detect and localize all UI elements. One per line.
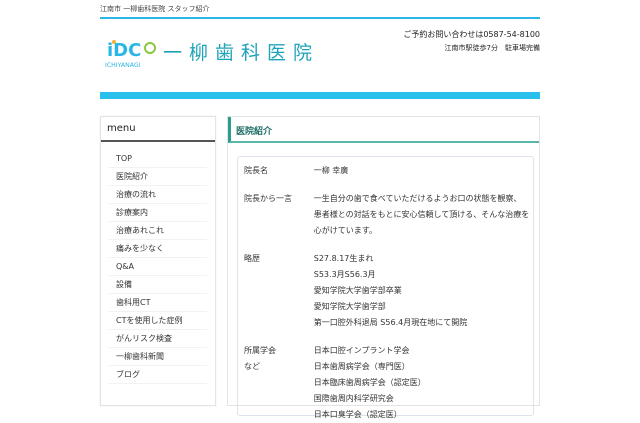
value-line: 国際歯周内科学研究会 (313, 394, 394, 403)
sidebar-item[interactable]: 歯科用CT (109, 294, 207, 312)
clinic-logo[interactable]: iDC ICHIYANAGI (105, 36, 157, 72)
sidebar-item[interactable]: 一柳歯科新聞 (109, 348, 207, 366)
contact-phone: ご予約お問い合わせは0587-54-8100 (403, 30, 540, 39)
value-line: 日本口腔インプラント学会 (313, 346, 410, 355)
value-line: 第一口腔外科退局 S56.4月現在地にて開院 (313, 318, 468, 327)
sidebar-item[interactable]: がんリスク検査 (109, 330, 207, 348)
top-divider (100, 17, 540, 19)
sidebar-item[interactable]: 治療の流れ (109, 186, 207, 204)
table-row: 略歴 S27.8.17生まれ S53.3月S56.3月愛知学院大学歯学部卒業 愛知学院… (244, 251, 533, 331)
value-line: S27.8.17生まれ (313, 254, 374, 263)
sidebar-title: menu (101, 117, 215, 142)
value-line: 一生自分の歯で食べていただけるようお口の状態を観察、 (313, 194, 522, 203)
row-value: 一生自分の歯で食べていただけるようお口の状態を観察、 患者様との対話をもとに安心信… (314, 191, 533, 239)
value-line: 患者様との対話をもとに安心信頼して頂ける、そんな治療を (313, 210, 530, 219)
sidebar-item[interactable]: 治療あれこれ (109, 222, 207, 240)
main-content: 医院紹介 院長名 一柳 幸廣院長から一言 一生自分の歯で食べていただけるようお口の状… (227, 116, 540, 419)
value-line: 愛知学院大学歯学部 (313, 302, 386, 311)
sidebar-item[interactable]: CTを使用した症例 (109, 312, 207, 330)
svg-text:iDC: iDC (107, 40, 141, 61)
sidebar-menu: menu TOP 医院紹介 治療の流れ 診療案内 治療あれこれ 痛みを少なく Q&A 設備 歯科… (100, 116, 216, 406)
sidebar-item[interactable]: ブログ (109, 366, 207, 384)
table-row: 院長名 一柳 幸廣 (244, 163, 533, 179)
value-line: 日本口臭学会（認定医） (313, 410, 402, 419)
value-line: 愛知学院大学歯学部卒業 (313, 286, 402, 295)
value-line: 日本臨床歯周病学会（認定医） (313, 378, 426, 387)
row-value: 日本口腔インプラント学会 日本歯周病学会（専門医） 日本臨床歯周病学会（認定医） 国際… (314, 343, 533, 423)
sidebar-item[interactable]: Q&A (109, 258, 207, 276)
header-bar (100, 92, 540, 99)
sidebar-item[interactable]: 設備 (109, 276, 207, 294)
section-title: 医院紹介 (228, 117, 539, 143)
svg-text:ICHIYANAGI: ICHIYANAGI (105, 62, 141, 69)
sidebar-item[interactable]: TOP (109, 150, 207, 168)
value-line: 日本歯周病学会（専門医） (313, 362, 410, 371)
table-row: 院長から一言 一生自分の歯で食べていただけるようお口の状態を観察、 患者様との対話を… (244, 191, 533, 239)
breadcrumb: 江南市 一柳歯科医院 スタッフ紹介 (100, 5, 210, 13)
row-label: 所属学会 など (244, 346, 276, 371)
row-value: 一柳 幸廣 (314, 163, 533, 179)
sidebar-item[interactable]: 痛みを少なく (109, 240, 207, 258)
row-value: S27.8.17生まれ S53.3月S56.3月愛知学院大学歯学部卒業 愛知学院大学… (314, 251, 533, 331)
value-line: 一柳 幸廣 (313, 166, 349, 175)
access-info: 江南市駅徒歩7分 駐車場完備 (444, 44, 540, 52)
row-label: 略歴 (244, 254, 260, 263)
table-row: 所属学会 など 日本口腔インプラント学会 日本歯周病学会（専門医） 日本臨床歯周病学会… (244, 343, 533, 423)
row-label: 院長から一言 (244, 194, 292, 203)
site-title[interactable]: 一柳歯科医院 (163, 38, 319, 65)
value-line: S53.3月S56.3月 (313, 270, 376, 279)
value-line: 心がけています。 (313, 226, 377, 235)
sidebar-item[interactable]: 医院紹介 (109, 168, 207, 186)
sidebar-item[interactable]: 診療案内 (109, 204, 207, 222)
profile-table: 院長名 一柳 幸廣院長から一言 一生自分の歯で食べていただけるようお口の状態を観察、… (237, 156, 534, 419)
row-label: 院長名 (244, 166, 268, 175)
